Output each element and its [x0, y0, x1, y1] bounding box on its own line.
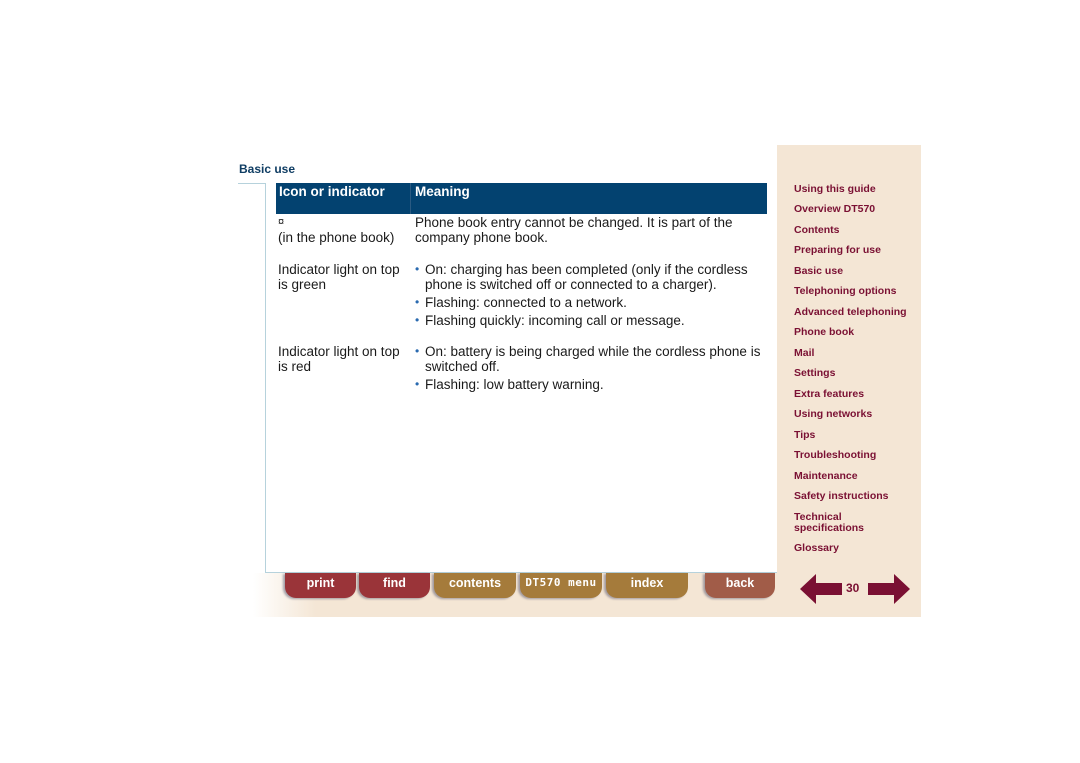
section-title: Basic use: [239, 162, 296, 176]
bullet-icon: •: [415, 377, 420, 391]
table-header: Icon or indicator Meaning: [276, 183, 767, 214]
bullet-icon: •: [415, 295, 420, 309]
column-header-meaning: Meaning: [415, 184, 470, 199]
arrow-left-icon[interactable]: [800, 573, 842, 605]
bullet-icon: •: [415, 313, 420, 327]
bullet-item: • Flashing: low battery warning.: [415, 377, 775, 392]
bullet-item: • On: charging has been completed (only i…: [415, 262, 775, 292]
bullet-item: • Flashing: connected to a network.: [415, 295, 775, 310]
nav-phone-book[interactable]: Phone book: [794, 327, 919, 338]
contents-button[interactable]: contents: [434, 573, 516, 598]
find-button[interactable]: find: [359, 573, 430, 598]
indicator-cell: ¤ (in the phone book): [278, 215, 412, 245]
nav-extra-features[interactable]: Extra features: [794, 389, 919, 400]
meaning-cell: Phone book entry cannot be changed. It i…: [415, 215, 733, 245]
sidebar-nav: Using this guide Overview DT570 Contents…: [777, 145, 921, 617]
page-number: 30: [846, 581, 860, 595]
nav-settings[interactable]: Settings: [794, 368, 919, 379]
indicator-cell: Indicator light on top is red: [278, 344, 400, 374]
nav-contents[interactable]: Contents: [794, 225, 919, 236]
bullet-text: On: charging has been completed (only if…: [425, 262, 748, 292]
arrow-right-icon[interactable]: [868, 573, 910, 605]
nav-safety-instructions[interactable]: Safety instructions: [794, 491, 919, 502]
indicator-text: (in the phone book): [278, 230, 395, 245]
nav-overview[interactable]: Overview DT570: [794, 204, 919, 215]
nav-glossary[interactable]: Glossary: [794, 543, 919, 554]
dt570-menu-button[interactable]: DT570 menu: [520, 573, 602, 598]
indicator-cell: Indicator light on top is green: [278, 262, 400, 292]
meaning-cell: • On: charging has been completed (only i…: [415, 262, 775, 331]
bullet-text: On: battery is being charged while the c…: [425, 344, 761, 374]
bullet-icon: •: [415, 262, 420, 276]
meaning-cell: • On: battery is being charged while the …: [415, 344, 775, 395]
nav-basic-use[interactable]: Basic use: [794, 266, 919, 277]
index-button[interactable]: index: [606, 573, 688, 598]
bullet-text: Flashing: low battery warning.: [425, 377, 604, 392]
bullet-icon: •: [415, 344, 420, 358]
nav-advanced-telephoning[interactable]: Advanced telephoning: [794, 307, 919, 318]
nav-using-this-guide[interactable]: Using this guide: [794, 184, 919, 195]
nav-preparing-for-use[interactable]: Preparing for use: [794, 245, 919, 256]
column-header-icon: Icon or indicator: [279, 184, 385, 199]
locked-entry-icon: ¤: [278, 216, 285, 228]
bullet-text: Flashing quickly: incoming call or messa…: [425, 313, 685, 328]
nav-troubleshooting[interactable]: Troubleshooting: [794, 450, 919, 461]
nav-telephoning-options[interactable]: Telephoning options: [794, 286, 919, 297]
print-button[interactable]: print: [285, 573, 356, 598]
nav-using-networks[interactable]: Using networks: [794, 409, 919, 420]
nav-technical-specifications[interactable]: Technical specifications: [794, 512, 874, 534]
nav-maintenance[interactable]: Maintenance: [794, 471, 919, 482]
back-button[interactable]: back: [705, 573, 775, 598]
bullet-text: Flashing: connected to a network.: [425, 295, 627, 310]
column-divider: [410, 183, 411, 214]
nav-mail[interactable]: Mail: [794, 348, 919, 359]
nav-tips[interactable]: Tips: [794, 430, 919, 441]
bullet-item: • Flashing quickly: incoming call or mess…: [415, 313, 775, 328]
bullet-item: • On: battery is being charged while the …: [415, 344, 775, 374]
